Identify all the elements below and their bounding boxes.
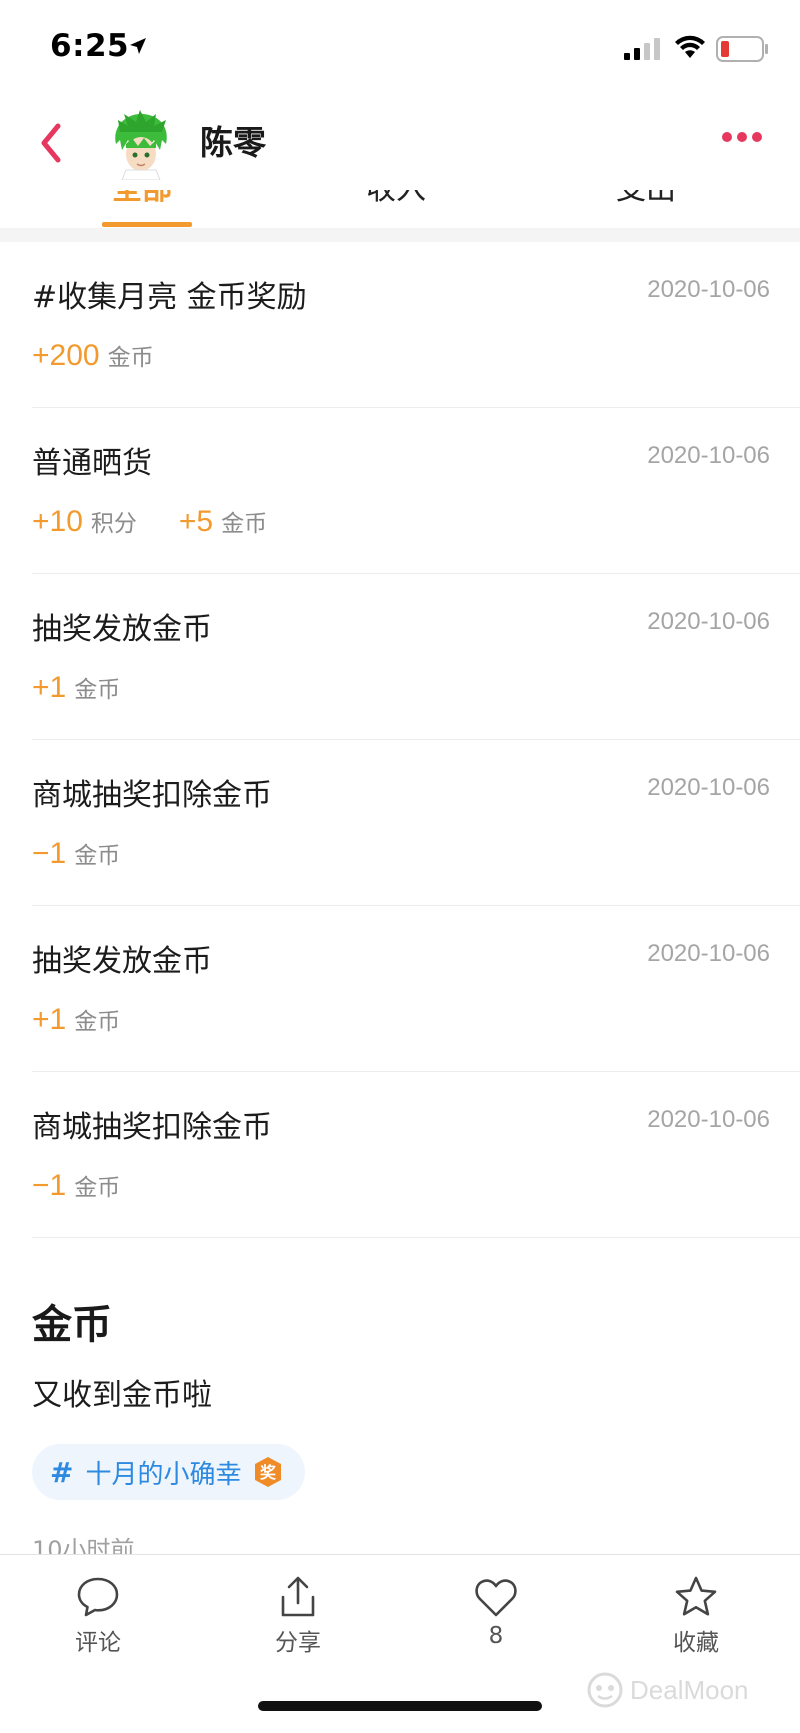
wifi-icon	[675, 35, 705, 58]
topic-label: 十月的小确幸	[85, 1459, 242, 1490]
record-title: #收集月亮 金币奖励	[32, 280, 307, 315]
list-item: #收集月亮 金币奖励 2020-10-06 +200 金币	[32, 242, 800, 408]
amount-value: +200	[32, 339, 100, 372]
hash-icon: #	[50, 1455, 74, 1489]
amount: +1 金币	[32, 670, 120, 705]
topic-tag[interactable]: # 十月的小确幸 奖	[32, 1444, 306, 1500]
amount-unit: 金币	[107, 345, 154, 371]
record-title: 普通晒货	[32, 446, 152, 481]
post-body: 又收到金币啦	[32, 1378, 212, 1413]
amount-value: +1	[32, 1003, 67, 1036]
amount: +200 金币	[32, 338, 154, 373]
record-date: 2020-10-06	[647, 940, 770, 967]
amount: +10 积分	[32, 504, 137, 539]
status-time: 6:25	[50, 28, 130, 64]
record-amounts: −1 金币	[32, 836, 162, 871]
amount: −1 金币	[32, 836, 120, 871]
record-date: 2020-10-06	[647, 442, 770, 469]
list-item: 商城抽奖扣除金币 2020-10-06 −1 金币	[32, 740, 800, 906]
amount-unit: 金币	[74, 1009, 121, 1035]
amount-value: −1	[32, 1169, 67, 1202]
record-amounts: +1 金币	[32, 670, 162, 705]
favorite-label: 收藏	[673, 1630, 719, 1656]
more-dots-icon[interactable]	[720, 130, 764, 144]
comment-label: 评论	[75, 1630, 121, 1656]
list-item: 抽奖发放金币 2020-10-06 +1 金币	[32, 906, 800, 1072]
favorite-button[interactable]: 收藏	[626, 1575, 766, 1657]
avatar[interactable]	[110, 110, 172, 180]
chevron-left-icon[interactable]	[36, 120, 66, 166]
record-title: 抽奖发放金币	[32, 944, 212, 979]
list-item: 抽奖发放金币 2020-10-06 +1 金币	[32, 574, 800, 740]
amount-value: +10	[32, 505, 83, 538]
share-label: 分享	[275, 1630, 321, 1656]
coin-record-list: #收集月亮 金币奖励 2020-10-06 +200 金币 普通晒货 2020-…	[0, 242, 800, 1238]
list-item: 普通晒货 2020-10-06 +10 积分 +5 金币	[32, 408, 800, 574]
amount-unit: 金币	[74, 843, 121, 869]
post-title: 金币	[32, 1302, 112, 1348]
record-title: 抽奖发放金币	[32, 612, 212, 647]
award-badge-icon: 奖	[255, 1457, 282, 1487]
watermark-text: DealMoon	[630, 1674, 749, 1705]
record-amounts: +10 积分 +5 金币	[32, 504, 309, 539]
bottom-action-bar: 评论 分享 8 收藏 DealMoon	[0, 1554, 800, 1733]
active-tab-indicator	[102, 222, 192, 227]
battery-low-icon	[716, 36, 768, 62]
share-button[interactable]: 分享	[228, 1575, 368, 1657]
nav-header: 陈零	[0, 100, 800, 190]
amount-value: −1	[32, 837, 67, 870]
list-item: 商城抽奖扣除金币 2020-10-06 −1 金币	[32, 1072, 800, 1238]
amount-unit: 金币	[221, 511, 268, 537]
dealmoon-watermark: DealMoon	[586, 1671, 749, 1709]
record-amounts: −1 金币	[32, 1168, 162, 1203]
comment-bubble-icon	[77, 1577, 119, 1617]
award-badge-label: 奖	[260, 1463, 277, 1482]
record-date: 2020-10-06	[647, 276, 770, 303]
cell-signal-icon	[624, 38, 660, 60]
record-date: 2020-10-06	[647, 608, 770, 635]
record-date: 2020-10-06	[647, 774, 770, 801]
record-date: 2020-10-06	[647, 1106, 770, 1133]
comment-button[interactable]: 评论	[28, 1575, 168, 1657]
amount: +5 金币	[179, 504, 267, 539]
record-title: 商城抽奖扣除金币	[32, 1110, 272, 1145]
amount-unit: 金币	[74, 1175, 121, 1201]
amount: +1 金币	[32, 1002, 120, 1037]
dealmoon-logo-icon	[587, 1672, 623, 1708]
record-amounts: +200 金币	[32, 338, 196, 373]
amount-unit: 积分	[90, 511, 137, 537]
amount-value: +5	[178, 505, 214, 538]
user-name[interactable]: 陈零	[200, 116, 266, 164]
status-bar: 6:25	[0, 0, 800, 100]
record-amounts: +1 金币	[32, 1002, 162, 1037]
heart-icon	[475, 1579, 517, 1617]
like-button[interactable]: 8	[426, 1575, 566, 1649]
star-icon	[675, 1576, 717, 1616]
location-arrow-icon	[130, 38, 146, 54]
amount-unit: 金币	[74, 677, 121, 703]
amount-value: +1	[32, 671, 67, 704]
home-indicator[interactable]	[258, 1701, 542, 1711]
share-icon	[281, 1576, 315, 1617]
section-divider	[0, 228, 800, 242]
like-count: 8	[488, 1623, 504, 1649]
record-title: 商城抽奖扣除金币	[32, 778, 272, 813]
amount: −1 金币	[32, 1168, 120, 1203]
